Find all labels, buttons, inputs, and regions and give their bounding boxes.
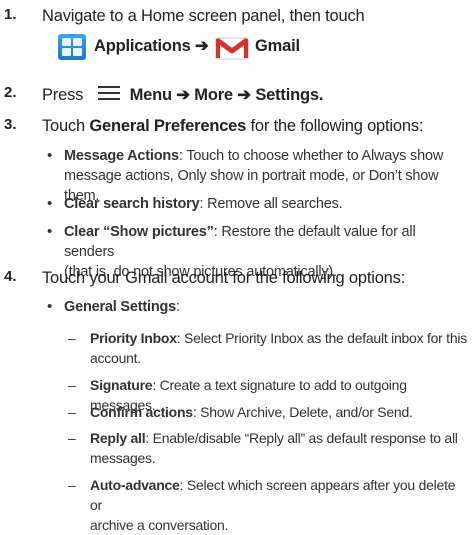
gmail-label: Gmail — [255, 37, 300, 55]
sub-list-item: – Priority Inbox: Select Priority Inbox … — [68, 328, 470, 368]
step-number: 4. — [4, 268, 17, 285]
arrow-icon: ➔ — [176, 86, 190, 104]
sub-list-item: – Reply all: Enable/disable “Reply all” … — [68, 428, 470, 468]
option-title: Message Actions — [64, 148, 179, 164]
more-label: More — [194, 86, 233, 104]
dash: – — [68, 404, 76, 420]
arrow-icon: ➔ — [195, 37, 209, 55]
sub-list-item: – Auto-advance: Select which screen appe… — [68, 475, 470, 535]
step-number: 2. — [4, 84, 17, 101]
step-4-text: Touch your Gmail account for the followi… — [42, 269, 406, 287]
general-settings-label: General Settings — [64, 299, 177, 315]
option-text: : Touch to choose whether to Always show — [178, 148, 444, 164]
setting-text: archive a conversation. — [90, 517, 229, 533]
step-1-text: Navigate to a Home screen panel, then to… — [42, 7, 365, 25]
dash: – — [68, 477, 76, 493]
bullet-dot: • — [47, 147, 53, 164]
dash: – — [68, 377, 76, 393]
touch-label: Touch — [42, 117, 86, 135]
setting-title: Signature — [90, 377, 153, 393]
setting-text: : Show Archive, Delete, and/or Send. — [192, 404, 413, 420]
bullet-dot: • — [47, 195, 53, 212]
applications-grid-icon — [58, 33, 86, 60]
step-text: Touch General Preferences for the follow… — [42, 116, 423, 136]
arrow-icon: ➔ — [237, 86, 251, 104]
step-text: Touch your Gmail account for the followi… — [42, 268, 405, 288]
gmail-envelope-icon — [215, 37, 249, 60]
step-text: Navigate to a Home screen panel, then to… — [42, 6, 365, 26]
step-number: 1. — [4, 6, 17, 23]
menu-hardkey-icon — [94, 84, 124, 102]
menu-label: Menu — [129, 86, 172, 104]
settings-label: Settings — [255, 86, 319, 104]
step-3-rest: for the following options: — [250, 117, 424, 135]
setting-title: Reply all — [90, 430, 146, 446]
list-item: • General Settings: — [47, 297, 464, 317]
colon: : — [176, 299, 180, 315]
setting-title: Priority Inbox — [90, 330, 177, 346]
option-text: : Remove all searches. — [199, 196, 343, 212]
option-title: Clear search history — [64, 196, 200, 212]
step-1-path: Applications ➔ Gmail — [58, 31, 300, 61]
bullet-dot: • — [47, 298, 53, 315]
step-text: Press Menu ➔ More ➔ Settings. — [42, 84, 323, 105]
list-item: • Clear search history: Remove all searc… — [47, 194, 464, 214]
setting-title: Confirm actions — [90, 404, 193, 420]
sub-list-item: – Confirm actions: Show Archive, Delete,… — [68, 402, 470, 422]
manual-page: 1. Navigate to a Home screen panel, then… — [0, 0, 473, 533]
dash: – — [68, 430, 76, 446]
period: . — [318, 86, 324, 104]
applications-label: Applications — [94, 37, 191, 55]
setting-title: Auto-advance — [90, 477, 180, 493]
option-title: Clear “Show pictures” — [64, 224, 214, 240]
bullet-dot: • — [47, 223, 53, 240]
press-label: Press — [42, 86, 84, 104]
setting-text: : Enable/disable “Reply all” as default … — [145, 430, 458, 446]
dash: – — [68, 330, 76, 346]
general-preferences-label: General Preferences — [89, 117, 247, 135]
setting-text: : Select Priority Inbox as the default i… — [176, 330, 468, 346]
setting-text: messages. — [90, 450, 156, 466]
step-number: 3. — [4, 116, 17, 133]
setting-text: account. — [90, 350, 141, 366]
